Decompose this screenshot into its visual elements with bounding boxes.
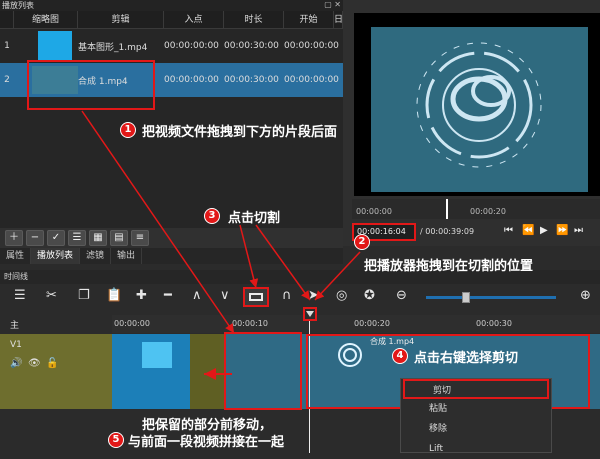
annotation-4-badge: 4 <box>392 348 408 364</box>
annotation-3-badge: 3 <box>204 208 220 224</box>
annotation-2-badge: 2 <box>354 234 370 250</box>
annotation-arrows <box>81 110 361 380</box>
annotation-5-text-line2: 与前面一段视频拼接在一起 <box>128 435 285 450</box>
annotation-4-text: 点击右键选择剪切 <box>414 351 519 366</box>
annotation-5-badge: 5 <box>108 432 124 448</box>
annotation-3-text: 点击切割 <box>228 211 281 226</box>
annotation-1-badge: 1 <box>120 122 136 138</box>
annotation-2-text: 把播放器拖拽到在切割的位置 <box>364 259 534 274</box>
annotation-1-text: 把视频文件拖拽到下方的片段后面 <box>142 125 338 140</box>
